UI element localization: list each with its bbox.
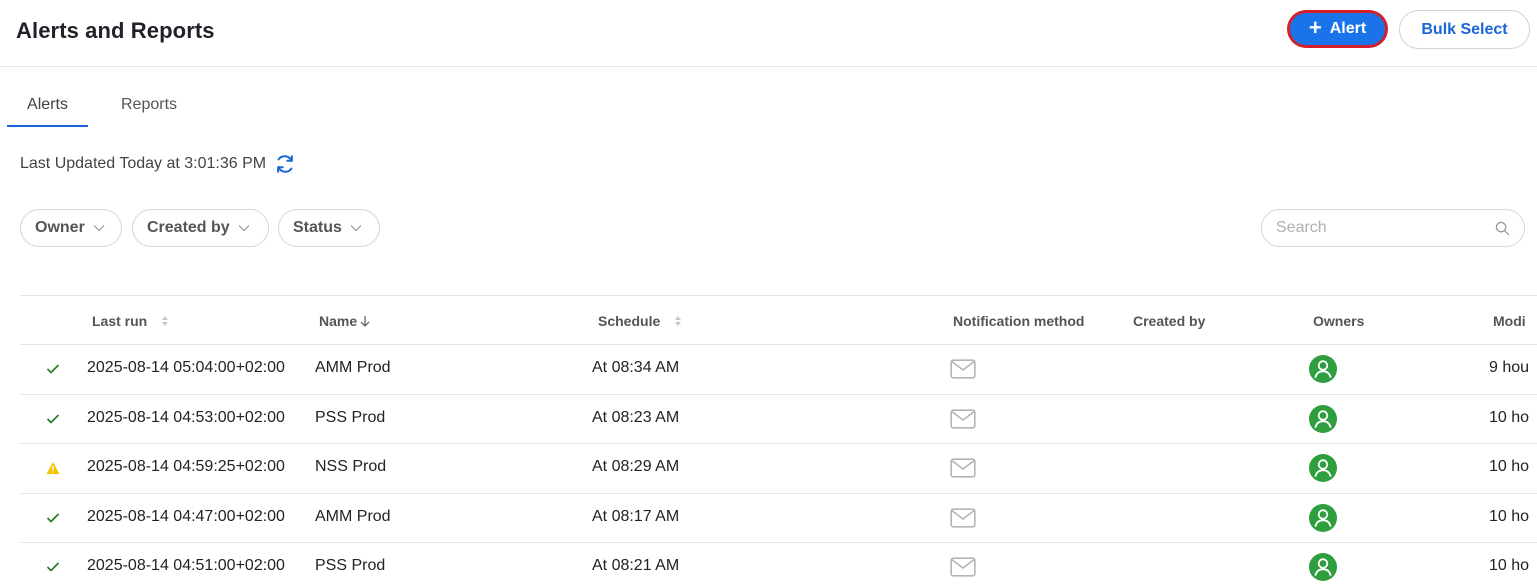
success-check-icon <box>47 562 59 572</box>
owner-filter-label: Owner <box>35 219 85 236</box>
cell-modified: 10 ho <box>1489 408 1530 426</box>
cell-last-run: 2025-08-14 04:59:25+02:00 <box>87 458 285 475</box>
cell-name[interactable]: PSS Prod <box>315 409 385 427</box>
plus-icon: + <box>1308 15 1322 40</box>
table-row[interactable]: 2025-08-14 04:51:00+02:00 PSS Prod At 08… <box>20 543 1537 584</box>
mail-icon <box>950 507 976 528</box>
table-row[interactable]: 2025-08-14 04:47:00+02:00 AMM Prod At 08… <box>20 494 1537 543</box>
search-box <box>1261 209 1525 247</box>
created-by-filter[interactable]: Created by <box>132 209 269 247</box>
column-last-run-label: Last run <box>92 313 148 329</box>
chevron-down-icon <box>350 225 362 232</box>
chevron-down-icon <box>238 225 250 232</box>
column-schedule-label: Schedule <box>598 313 661 329</box>
column-notification-method: Notification method <box>953 313 1085 329</box>
table-row[interactable]: 2025-08-14 04:53:00+02:00 PSS Prod At 08… <box>20 395 1537 444</box>
search-icon[interactable] <box>1495 221 1510 236</box>
cell-schedule: At 08:29 AM <box>592 458 680 475</box>
column-modified[interactable]: Modi <box>1493 313 1526 329</box>
cell-name[interactable]: AMM Prod <box>315 508 391 526</box>
cell-last-run: 2025-08-14 04:47:00+02:00 <box>87 507 285 525</box>
table-body: 2025-08-14 05:04:00+02:00 AMM Prod At 08… <box>20 345 1537 584</box>
user-avatar-icon[interactable] <box>1309 503 1337 532</box>
last-updated: Last Updated Today at 3:01:36 PM <box>20 153 296 175</box>
table-row[interactable]: 2025-08-14 05:04:00+02:00 AMM Prod At 08… <box>20 345 1537 395</box>
refresh-icon[interactable] <box>274 153 296 175</box>
mail-icon <box>950 359 976 379</box>
warning-icon <box>46 462 60 474</box>
column-name-label: Name <box>319 313 358 329</box>
tab-alerts[interactable]: Alerts <box>7 85 88 127</box>
cell-schedule: At 08:21 AM <box>592 557 680 574</box>
table-row[interactable]: 2025-08-14 04:59:25+02:00 NSS Prod At 08… <box>20 444 1537 494</box>
cell-modified: 10 ho <box>1489 458 1530 475</box>
column-created-by: Created by <box>1133 313 1206 329</box>
sort-icon <box>675 316 682 326</box>
tab-reports[interactable]: Reports <box>104 85 194 127</box>
chevron-down-icon <box>93 225 105 232</box>
cell-schedule: At 08:17 AM <box>592 507 680 525</box>
page-header: Alerts and Reports + Alert Bulk Select <box>0 0 1537 67</box>
success-check-icon <box>47 364 59 374</box>
status-filter[interactable]: Status <box>278 209 380 247</box>
search-input[interactable] <box>1276 219 1476 237</box>
column-schedule[interactable]: Schedule <box>598 313 682 329</box>
cell-schedule: At 08:34 AM <box>592 359 680 376</box>
user-avatar-icon[interactable] <box>1309 454 1337 482</box>
mail-icon <box>950 557 976 577</box>
column-owners: Owners <box>1313 313 1365 329</box>
cell-modified: 10 ho <box>1489 557 1530 574</box>
cell-modified: 10 ho <box>1489 507 1530 525</box>
cell-name[interactable]: AMM Prod <box>315 359 391 377</box>
mail-icon <box>950 458 976 478</box>
status-filter-label: Status <box>293 219 342 236</box>
column-last-run[interactable]: Last run <box>92 313 169 329</box>
created-by-filter-label: Created by <box>147 219 230 236</box>
sort-icon <box>162 316 169 326</box>
owner-filter[interactable]: Owner <box>20 209 122 247</box>
alerts-table: Last run Name Schedule Notification meth… <box>20 295 1537 584</box>
success-check-icon <box>47 513 59 522</box>
tab-bar: Alerts Reports <box>0 85 400 127</box>
user-avatar-icon[interactable] <box>1309 355 1337 383</box>
add-alert-button[interactable]: + Alert <box>1288 11 1387 47</box>
user-avatar-icon[interactable] <box>1309 553 1337 581</box>
cell-name[interactable]: PSS Prod <box>315 557 385 575</box>
bulk-select-button[interactable]: Bulk Select <box>1399 10 1530 49</box>
cell-name[interactable]: NSS Prod <box>315 458 386 476</box>
page-title: Alerts and Reports <box>16 18 215 43</box>
mail-icon <box>950 408 976 429</box>
cell-last-run: 2025-08-14 05:04:00+02:00 <box>87 359 285 376</box>
cell-last-run: 2025-08-14 04:53:00+02:00 <box>87 408 285 426</box>
last-updated-text: Last Updated Today at 3:01:36 PM <box>20 155 267 172</box>
cell-schedule: At 08:23 AM <box>592 408 680 426</box>
add-alert-label: Alert <box>1329 20 1367 37</box>
user-avatar-icon[interactable] <box>1309 404 1337 433</box>
column-name[interactable]: Name <box>319 313 371 329</box>
table-header: Last run Name Schedule Notification meth… <box>20 295 1537 345</box>
sort-descending-icon <box>360 315 370 327</box>
success-check-icon <box>47 414 59 423</box>
cell-modified: 9 hou <box>1489 359 1530 376</box>
cell-last-run: 2025-08-14 04:51:00+02:00 <box>87 557 285 574</box>
